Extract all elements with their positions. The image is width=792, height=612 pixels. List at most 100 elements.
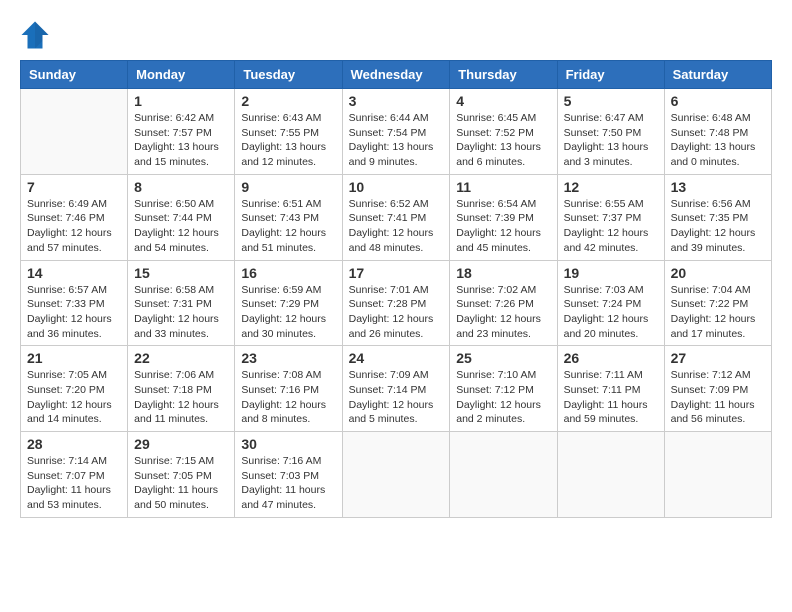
calendar-cell: 27 Sunrise: 7:12 AM Sunset: 7:09 PM Dayli… [664,346,771,432]
day-info: Sunrise: 6:47 AM Sunset: 7:50 PM Dayligh… [564,111,658,170]
calendar-cell: 20 Sunrise: 7:04 AM Sunset: 7:22 PM Dayli… [664,260,771,346]
calendar-cell: 13 Sunrise: 6:56 AM Sunset: 7:35 PM Dayli… [664,174,771,260]
day-number: 28 [27,436,121,452]
calendar-cell: 1Sunrise: 6:42 AM Sunset: 7:57 PM Daylig… [128,89,235,175]
day-number: 2 [241,93,335,109]
calendar-cell: 2 Sunrise: 6:43 AM Sunset: 7:55 PM Daylig… [235,89,342,175]
calendar-week-row: 14 Sunrise: 6:57 AM Sunset: 7:33 PM Dayli… [21,260,772,346]
calendar-cell: 6 Sunrise: 6:48 AM Sunset: 7:48 PM Daylig… [664,89,771,175]
day-number: 26 [564,350,658,366]
calendar-cell: 23Sunrise: 7:08 AM Sunset: 7:16 PM Dayli… [235,346,342,432]
col-header-saturday: Saturday [664,61,771,89]
logo [20,20,54,50]
calendar-cell: 11 Sunrise: 6:54 AM Sunset: 7:39 PM Dayli… [450,174,557,260]
day-number: 6 [671,93,765,109]
calendar-cell [450,432,557,518]
day-number: 12 [564,179,658,195]
day-info: Sunrise: 6:50 AM Sunset: 7:44 PM Dayligh… [134,197,228,256]
col-header-sunday: Sunday [21,61,128,89]
day-info: Sunrise: 7:05 AM Sunset: 7:20 PM Dayligh… [27,368,121,427]
calendar-cell: 16 Sunrise: 6:59 AM Sunset: 7:29 PM Dayli… [235,260,342,346]
calendar-cell [557,432,664,518]
col-header-monday: Monday [128,61,235,89]
day-info: Sunrise: 6:58 AM Sunset: 7:31 PM Dayligh… [134,283,228,342]
day-info: Sunrise: 6:51 AM Sunset: 7:43 PM Dayligh… [241,197,335,256]
day-number: 10 [349,179,444,195]
day-number: 14 [27,265,121,281]
day-number: 21 [27,350,121,366]
day-number: 20 [671,265,765,281]
day-number: 5 [564,93,658,109]
day-number: 4 [456,93,550,109]
day-info: Sunrise: 7:14 AM Sunset: 7:07 PM Dayligh… [27,454,121,513]
day-info: Sunrise: 6:43 AM Sunset: 7:55 PM Dayligh… [241,111,335,170]
calendar-cell: 8 Sunrise: 6:50 AM Sunset: 7:44 PM Daylig… [128,174,235,260]
col-header-thursday: Thursday [450,61,557,89]
day-info: Sunrise: 7:09 AM Sunset: 7:14 PM Dayligh… [349,368,444,427]
page-header [20,20,772,50]
day-info: Sunrise: 6:56 AM Sunset: 7:35 PM Dayligh… [671,197,765,256]
day-info: Sunrise: 7:02 AM Sunset: 7:26 PM Dayligh… [456,283,550,342]
calendar-cell: 4 Sunrise: 6:45 AM Sunset: 7:52 PM Daylig… [450,89,557,175]
calendar-cell: 24 Sunrise: 7:09 AM Sunset: 7:14 PM Dayli… [342,346,450,432]
day-number: 13 [671,179,765,195]
day-number: 7 [27,179,121,195]
day-number: 16 [241,265,335,281]
calendar-week-row: 21 Sunrise: 7:05 AM Sunset: 7:20 PM Dayli… [21,346,772,432]
calendar-cell: 29 Sunrise: 7:15 AM Sunset: 7:05 PM Dayli… [128,432,235,518]
calendar-week-row: 28 Sunrise: 7:14 AM Sunset: 7:07 PM Dayli… [21,432,772,518]
logo-icon [20,20,50,50]
calendar-cell: 22 Sunrise: 7:06 AM Sunset: 7:18 PM Dayli… [128,346,235,432]
calendar-cell: 18 Sunrise: 7:02 AM Sunset: 7:26 PM Dayli… [450,260,557,346]
calendar-cell: 10Sunrise: 6:52 AM Sunset: 7:41 PM Dayli… [342,174,450,260]
calendar-cell: 28 Sunrise: 7:14 AM Sunset: 7:07 PM Dayli… [21,432,128,518]
day-number: 25 [456,350,550,366]
calendar-cell: 14 Sunrise: 6:57 AM Sunset: 7:33 PM Dayli… [21,260,128,346]
calendar-cell: 19 Sunrise: 7:03 AM Sunset: 7:24 PM Dayli… [557,260,664,346]
day-info: Sunrise: 6:45 AM Sunset: 7:52 PM Dayligh… [456,111,550,170]
calendar-week-row: 1Sunrise: 6:42 AM Sunset: 7:57 PM Daylig… [21,89,772,175]
day-info: Sunrise: 6:49 AM Sunset: 7:46 PM Dayligh… [27,197,121,256]
calendar-cell [342,432,450,518]
day-number: 29 [134,436,228,452]
calendar-cell: 25Sunrise: 7:10 AM Sunset: 7:12 PM Dayli… [450,346,557,432]
day-number: 17 [349,265,444,281]
calendar-week-row: 7 Sunrise: 6:49 AM Sunset: 7:46 PM Daylig… [21,174,772,260]
day-number: 9 [241,179,335,195]
day-number: 8 [134,179,228,195]
day-number: 3 [349,93,444,109]
day-info: Sunrise: 6:48 AM Sunset: 7:48 PM Dayligh… [671,111,765,170]
day-number: 11 [456,179,550,195]
day-info: Sunrise: 7:12 AM Sunset: 7:09 PM Dayligh… [671,368,765,427]
day-info: Sunrise: 7:03 AM Sunset: 7:24 PM Dayligh… [564,283,658,342]
day-number: 27 [671,350,765,366]
col-header-tuesday: Tuesday [235,61,342,89]
calendar-cell: 5 Sunrise: 6:47 AM Sunset: 7:50 PM Daylig… [557,89,664,175]
day-info: Sunrise: 6:44 AM Sunset: 7:54 PM Dayligh… [349,111,444,170]
day-info: Sunrise: 7:11 AM Sunset: 7:11 PM Dayligh… [564,368,658,427]
day-number: 30 [241,436,335,452]
day-info: Sunrise: 7:04 AM Sunset: 7:22 PM Dayligh… [671,283,765,342]
day-number: 23 [241,350,335,366]
calendar-cell: 12 Sunrise: 6:55 AM Sunset: 7:37 PM Dayli… [557,174,664,260]
calendar-cell: 17Sunrise: 7:01 AM Sunset: 7:28 PM Dayli… [342,260,450,346]
day-number: 18 [456,265,550,281]
day-info: Sunrise: 6:57 AM Sunset: 7:33 PM Dayligh… [27,283,121,342]
day-info: Sunrise: 7:16 AM Sunset: 7:03 PM Dayligh… [241,454,335,513]
day-info: Sunrise: 6:55 AM Sunset: 7:37 PM Dayligh… [564,197,658,256]
calendar-cell: 3 Sunrise: 6:44 AM Sunset: 7:54 PM Daylig… [342,89,450,175]
col-header-wednesday: Wednesday [342,61,450,89]
day-number: 24 [349,350,444,366]
day-info: Sunrise: 6:54 AM Sunset: 7:39 PM Dayligh… [456,197,550,256]
calendar-cell: 7 Sunrise: 6:49 AM Sunset: 7:46 PM Daylig… [21,174,128,260]
day-info: Sunrise: 7:15 AM Sunset: 7:05 PM Dayligh… [134,454,228,513]
day-number: 22 [134,350,228,366]
day-number: 19 [564,265,658,281]
day-info: Sunrise: 7:06 AM Sunset: 7:18 PM Dayligh… [134,368,228,427]
col-header-friday: Friday [557,61,664,89]
calendar-cell: 15 Sunrise: 6:58 AM Sunset: 7:31 PM Dayli… [128,260,235,346]
day-number: 15 [134,265,228,281]
day-info: Sunrise: 6:42 AM Sunset: 7:57 PM Dayligh… [134,111,228,170]
day-info: Sunrise: 6:59 AM Sunset: 7:29 PM Dayligh… [241,283,335,342]
calendar-cell: 26 Sunrise: 7:11 AM Sunset: 7:11 PM Dayli… [557,346,664,432]
